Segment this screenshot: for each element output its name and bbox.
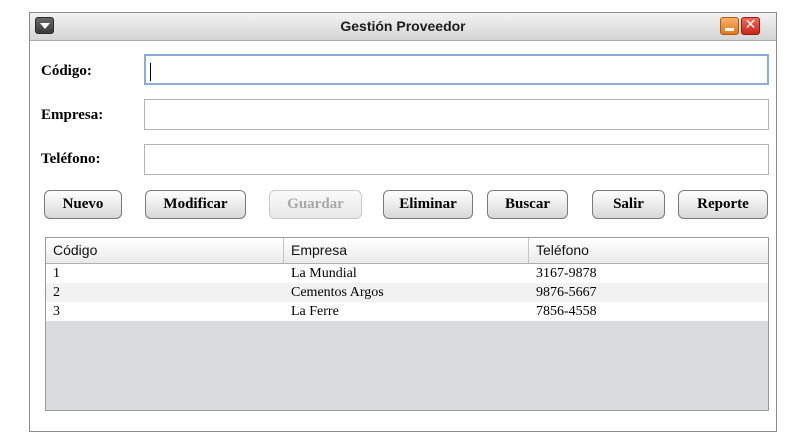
- close-icon: ✕: [744, 17, 757, 33]
- cell-codigo: 1: [53, 266, 60, 281]
- salir-button[interactable]: Salir: [592, 190, 665, 219]
- table-header: Código Empresa Teléfono: [46, 238, 768, 264]
- telefono-field[interactable]: [144, 144, 769, 175]
- title-bar[interactable]: Gestión Proveedor ✕: [30, 13, 776, 41]
- cell-telefono: 9876-5667: [536, 285, 597, 300]
- empresa-label: Empresa:: [41, 107, 104, 123]
- codigo-field[interactable]: [144, 54, 769, 85]
- cell-empresa: Cementos Argos: [291, 285, 384, 300]
- buscar-button[interactable]: Buscar: [487, 190, 568, 219]
- cell-telefono: 7856-4558: [536, 304, 597, 319]
- cell-codigo: 2: [53, 285, 60, 300]
- minimize-button[interactable]: [720, 17, 739, 35]
- gestion-proveedor-window: Gestión Proveedor ✕ Código: Empresa: Tel…: [29, 12, 777, 432]
- table-row[interactable]: 2 Cementos Argos 9876-5667: [46, 283, 768, 302]
- column-header-empresa[interactable]: Empresa: [284, 238, 529, 263]
- text-caret: [150, 63, 151, 81]
- reporte-button[interactable]: Reporte: [678, 190, 768, 219]
- empresa-field[interactable]: [144, 99, 769, 130]
- eliminar-button[interactable]: Eliminar: [383, 190, 473, 219]
- cell-empresa: La Mundial: [291, 266, 357, 281]
- cell-empresa: La Ferre: [291, 304, 339, 319]
- window-title: Gestión Proveedor: [340, 18, 466, 34]
- table-row[interactable]: 1 La Mundial 3167-9878: [46, 264, 768, 283]
- cell-telefono: 3167-9878: [536, 266, 597, 281]
- close-button[interactable]: ✕: [741, 17, 760, 35]
- modificar-button[interactable]: Modificar: [145, 190, 246, 219]
- guardar-button[interactable]: Guardar: [269, 190, 362, 219]
- column-header-telefono[interactable]: Teléfono: [529, 238, 768, 263]
- proveedores-table[interactable]: Código Empresa Teléfono 1 La Mundial 316…: [45, 237, 769, 411]
- telefono-label: Teléfono:: [41, 151, 101, 167]
- cell-codigo: 3: [53, 304, 60, 319]
- column-header-codigo[interactable]: Código: [46, 238, 284, 263]
- table-row[interactable]: 3 La Ferre 7856-4558: [46, 302, 768, 321]
- codigo-label: Código:: [41, 63, 92, 79]
- nuevo-button[interactable]: Nuevo: [44, 190, 122, 219]
